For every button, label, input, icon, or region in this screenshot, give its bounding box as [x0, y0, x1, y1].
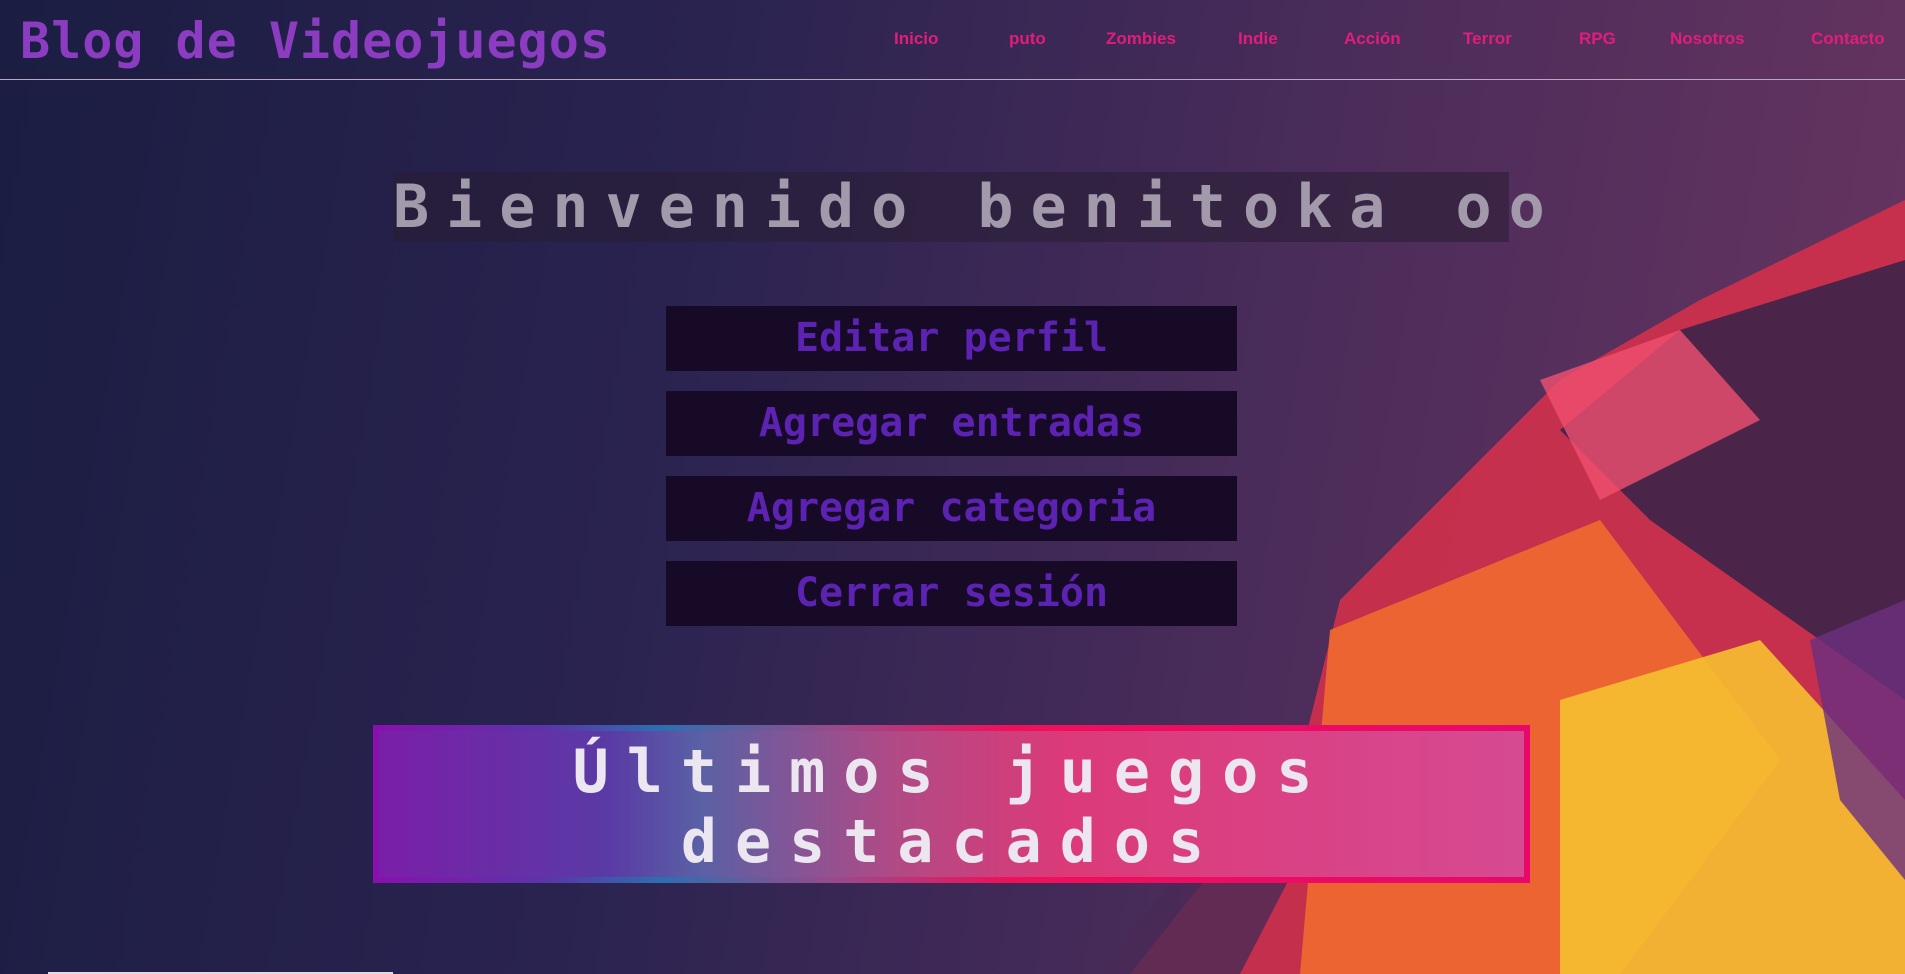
- edit-profile-button[interactable]: Editar perfil: [666, 306, 1237, 371]
- nav-contacto[interactable]: Contacto: [1811, 29, 1885, 49]
- nav-puto[interactable]: puto: [1009, 29, 1046, 49]
- nav-rpg[interactable]: RPG: [1579, 29, 1616, 49]
- nav-accion[interactable]: Acción: [1344, 29, 1401, 49]
- logout-button[interactable]: Cerrar sesión: [666, 561, 1237, 626]
- nav-inicio[interactable]: Inicio: [894, 29, 938, 49]
- nav-zombies[interactable]: Zombies: [1106, 29, 1176, 49]
- add-entries-button[interactable]: Agregar entradas: [666, 391, 1237, 456]
- nav-nosotros[interactable]: Nosotros: [1670, 29, 1745, 49]
- site-header: Blog de Videojuegos Inicio puto Zombies …: [0, 0, 1905, 80]
- featured-games-banner: Últimos juegos destacados: [373, 725, 1530, 883]
- site-logo[interactable]: Blog de Videojuegos: [20, 12, 611, 70]
- add-category-button[interactable]: Agregar categoria: [666, 476, 1237, 541]
- welcome-heading: Bienvenido benitoka oo: [393, 172, 1562, 242]
- nav-indie[interactable]: Indie: [1238, 29, 1278, 49]
- nav-terror[interactable]: Terror: [1463, 29, 1512, 49]
- featured-games-title: Últimos juegos destacados: [379, 731, 1524, 877]
